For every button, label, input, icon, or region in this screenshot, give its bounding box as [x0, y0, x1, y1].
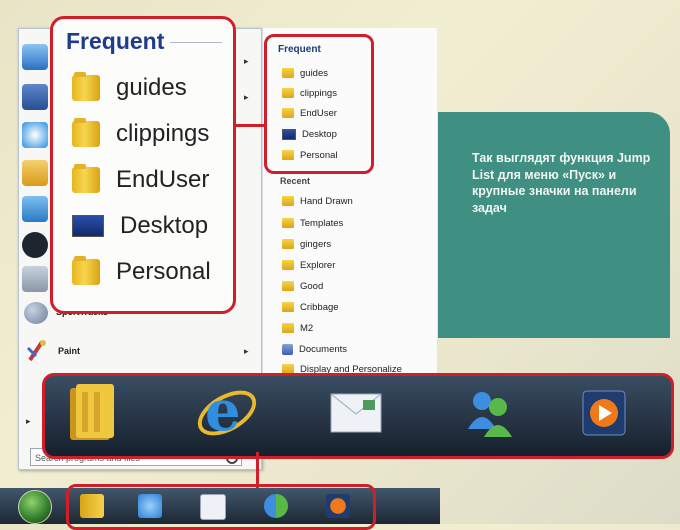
- folder-icon: [72, 118, 100, 147]
- folder-icon: [282, 196, 294, 206]
- mail-icon[interactable]: [316, 376, 396, 450]
- zoom-list-item[interactable]: Desktop: [72, 208, 208, 244]
- paint-icon: [26, 338, 48, 362]
- folder-icon: [72, 256, 100, 285]
- zoom-list-item[interactable]: EndUser: [72, 162, 209, 198]
- folder-icon: [72, 72, 100, 101]
- desktop-icon: [72, 215, 104, 237]
- app-icon[interactable]: [22, 84, 48, 110]
- app-icon[interactable]: [22, 44, 48, 70]
- folder-icon: [282, 239, 294, 249]
- jump-list-item[interactable]: Templates: [282, 216, 343, 230]
- folder-icon: [72, 164, 100, 193]
- zoom-list-item[interactable]: clippings: [72, 116, 209, 152]
- folder-icon: [282, 281, 294, 291]
- documents-icon: [282, 343, 293, 355]
- submenu-arrow-icon[interactable]: ▸: [244, 56, 249, 67]
- zoom-list-item[interactable]: Personal: [72, 254, 211, 290]
- start-button[interactable]: [18, 490, 52, 524]
- folder-icon: [282, 218, 294, 228]
- zoom-callout-title: Frequent: [66, 28, 165, 54]
- jump-list-item[interactable]: Cribbage: [282, 300, 339, 314]
- app-icon[interactable]: [22, 232, 48, 258]
- media-player-icon[interactable]: [566, 376, 642, 450]
- program-label[interactable]: Paint: [58, 346, 80, 356]
- folder-icon: [282, 323, 294, 333]
- jump-list-recent-header: Recent: [280, 176, 311, 186]
- sporttracks-icon: [24, 302, 48, 324]
- jump-list-item[interactable]: M2: [282, 321, 313, 335]
- taskbar-highlight-frame: [66, 484, 376, 530]
- folder-icon: [282, 302, 294, 312]
- explorer-folder-icon[interactable]: [60, 376, 124, 450]
- internet-explorer-icon[interactable]: e: [180, 376, 270, 450]
- app-icon[interactable]: [22, 266, 48, 292]
- frequent-highlight-frame: [264, 34, 374, 174]
- internet-explorer-icon[interactable]: [22, 122, 48, 148]
- info-box: [438, 112, 670, 338]
- submenu-arrow-icon[interactable]: ▸: [244, 346, 249, 357]
- divider: [170, 42, 222, 43]
- messenger-icon[interactable]: [452, 376, 528, 450]
- app-icon[interactable]: [22, 196, 48, 222]
- jump-list-item[interactable]: Good: [282, 279, 323, 293]
- info-box-text: Так выглядят функция Jump List для меню …: [472, 151, 651, 215]
- mail-icon[interactable]: [22, 160, 48, 186]
- jump-list-item[interactable]: gingers: [282, 237, 331, 251]
- folder-icon: [282, 260, 294, 270]
- jump-list-item[interactable]: Explorer: [282, 258, 335, 272]
- zoom-list-item[interactable]: guides: [72, 70, 187, 106]
- all-programs-arrow-icon[interactable]: ▸: [26, 416, 31, 427]
- submenu-arrow-icon[interactable]: ▸: [244, 92, 249, 103]
- jump-list-item[interactable]: Documents: [282, 342, 347, 356]
- jump-list-item[interactable]: Hand Drawn: [282, 194, 353, 208]
